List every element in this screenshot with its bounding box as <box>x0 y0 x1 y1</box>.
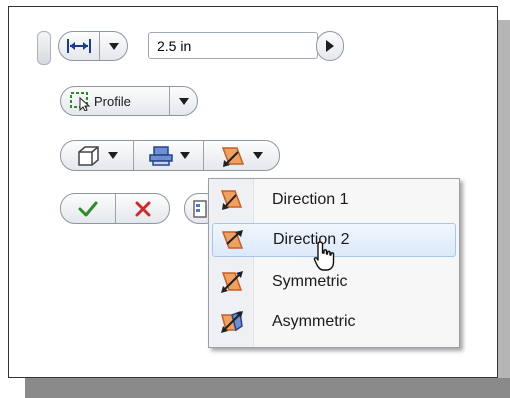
profile-label: Profile <box>94 93 131 109</box>
toolbar-grip-handle[interactable] <box>37 31 51 65</box>
cancel-x-icon <box>135 201 150 216</box>
checkmark-icon <box>78 201 98 216</box>
dimension-arrows-icon <box>59 32 99 60</box>
join-operation-icon <box>148 145 173 166</box>
chevron-down-icon <box>108 152 118 159</box>
window-right-shadow <box>498 20 510 380</box>
operation-dropdown[interactable] <box>133 141 203 170</box>
chevron-down-icon <box>99 32 127 60</box>
extrude-options-bar <box>60 140 280 171</box>
menu-item-direction-1[interactable]: Direction 1 <box>212 183 456 217</box>
chevron-down-icon <box>169 87 197 115</box>
profile-button[interactable]: Profile <box>61 87 169 115</box>
window-bottom-shadow <box>25 378 510 398</box>
chevron-down-icon <box>179 152 190 159</box>
distance-forward-button[interactable] <box>316 31 344 61</box>
symmetric-icon <box>221 271 243 293</box>
cancel-button[interactable] <box>115 194 169 223</box>
direction-1-icon <box>220 190 243 210</box>
distance-input[interactable] <box>148 32 318 59</box>
arrow-right-icon <box>317 32 343 60</box>
direction-arrow-icon <box>221 146 244 167</box>
distance-method-dropdown[interactable] <box>58 31 128 61</box>
menu-item-label: Asymmetric <box>272 313 356 330</box>
direction-2-icon <box>221 230 244 249</box>
profile-selector[interactable]: Profile <box>60 86 198 116</box>
menu-item-label: Direction 1 <box>272 191 349 208</box>
ok-cancel-group <box>60 193 170 224</box>
asymmetric-icon <box>221 310 243 333</box>
chevron-down-icon <box>252 152 263 159</box>
menu-item-asymmetric[interactable]: Asymmetric <box>212 305 456 339</box>
hand-cursor-icon <box>313 241 335 271</box>
settings-panel-icon <box>193 199 207 218</box>
profile-select-icon <box>70 92 91 111</box>
menu-item-label: Symmetric <box>272 273 348 290</box>
ok-button[interactable] <box>61 194 115 223</box>
menu-item-label: Direction 2 <box>273 231 350 248</box>
output-dropdown[interactable] <box>61 141 133 170</box>
solid-cube-icon <box>78 145 99 166</box>
direction-dropdown[interactable] <box>203 141 279 170</box>
